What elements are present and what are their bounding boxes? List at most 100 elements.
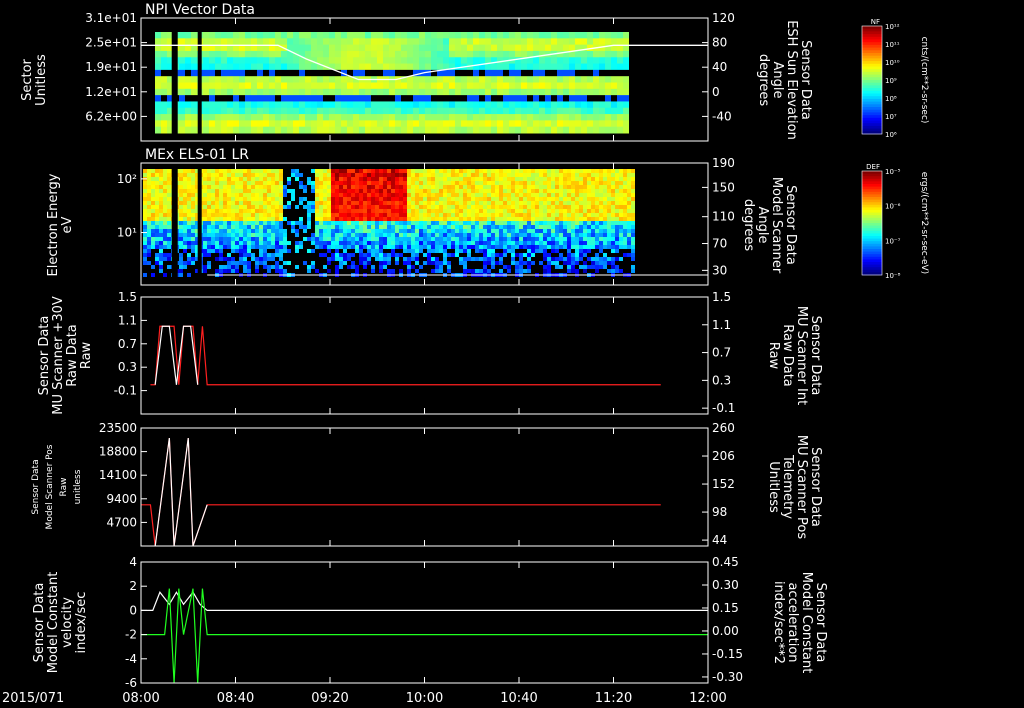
spec-cell: [463, 197, 467, 201]
spec-cell: [615, 237, 619, 241]
spec-cell: [305, 32, 311, 39]
spec-cell: [623, 82, 629, 90]
spec-cell: [331, 233, 335, 237]
spec-cell: [407, 32, 413, 39]
spec-cell: [483, 205, 487, 209]
spec-cell: [611, 241, 615, 245]
spec-cell: [471, 237, 475, 241]
spec-cell: [403, 193, 407, 197]
spec-cell: [509, 126, 515, 134]
spec-cell: [495, 261, 499, 265]
spec-cell: [599, 44, 605, 52]
spec-cell: [319, 205, 323, 209]
spec-cell: [383, 169, 387, 173]
spec-cell: [463, 241, 467, 245]
spec-cell: [467, 185, 471, 189]
spec-cell: [447, 265, 451, 269]
spec-cell: [307, 225, 311, 229]
spec-cell: [215, 120, 221, 128]
spec-cell: [511, 205, 515, 209]
spec-cell: [299, 76, 305, 83]
spec-cell: [235, 217, 239, 221]
spec-cell: [203, 169, 207, 173]
spec-cell: [207, 189, 211, 193]
spec-cell: [491, 76, 497, 83]
spec-cell: [259, 185, 263, 189]
spec-cell: [461, 57, 467, 65]
spec-cell: [543, 193, 547, 197]
spec-cell: [283, 193, 287, 197]
spec-cell: [551, 101, 557, 109]
spec-cell: [341, 88, 347, 96]
spec-cell: [437, 32, 443, 39]
spec-cell: [263, 101, 269, 109]
spec-cell: [323, 237, 327, 241]
spec-cell: [503, 69, 509, 77]
spec-cell: [275, 229, 279, 233]
spec-cell: [389, 107, 395, 115]
spec-cell: [239, 69, 245, 77]
spec-cell: [311, 114, 317, 121]
spec-cell: [323, 221, 327, 225]
spec-cell: [179, 221, 183, 225]
y2-axis-label-line: Unitless: [766, 461, 781, 513]
spec-cell: [187, 169, 191, 173]
spec-cell: [463, 257, 467, 261]
spec-cell: [591, 205, 595, 209]
spec-cell: [383, 32, 389, 39]
spec-cell: [187, 229, 191, 233]
spec-cell: [207, 209, 211, 213]
spec-cell: [439, 193, 443, 197]
spec-cell: [379, 253, 383, 257]
y2-tick-label: -0.30: [712, 670, 743, 684]
spec-cell: [335, 197, 339, 201]
spec-cell: [343, 189, 347, 193]
spec-cell: [185, 101, 191, 109]
spec-cell: [281, 82, 287, 90]
spec-cell: [479, 201, 483, 205]
spec-cell: [343, 193, 347, 197]
spec-cell: [435, 237, 439, 241]
spec-cell: [323, 82, 329, 90]
spec-cell: [143, 189, 147, 193]
spec-cell: [523, 241, 527, 245]
spec-cell: [167, 225, 171, 229]
spec-cell: [305, 38, 311, 46]
spec-cell: [555, 209, 559, 213]
spec-cell: [151, 185, 155, 189]
spec-cell: [271, 209, 275, 213]
spec-cell: [475, 237, 479, 241]
spec-cell: [235, 249, 239, 253]
spec-cell: [471, 185, 475, 189]
spec-cell: [233, 76, 239, 83]
spec-cell: [611, 114, 617, 121]
spec-cell: [443, 44, 449, 52]
spec-cell: [539, 201, 543, 205]
spec-cell: [231, 237, 235, 241]
spec-cell: [247, 181, 251, 185]
spec-cell: [383, 225, 387, 229]
spec-cell: [275, 189, 279, 193]
spec-cell: [567, 201, 571, 205]
spec-cell: [575, 88, 581, 96]
spec-cell: [207, 201, 211, 205]
spec-cell: [263, 114, 269, 121]
spec-cell: [499, 237, 503, 241]
spec-cell: [251, 253, 255, 257]
spec-cell: [399, 169, 403, 173]
spec-cell: [575, 76, 581, 83]
spec-cell: [485, 95, 491, 102]
spec-cell: [191, 169, 195, 173]
spec-cell: [555, 201, 559, 205]
spec-cell: [515, 269, 519, 273]
spec-cell: [219, 257, 223, 261]
spec-cell: [207, 205, 211, 209]
spec-cell: [203, 114, 209, 121]
spec-cell: [359, 173, 363, 177]
spec-cell: [327, 209, 331, 213]
spec-cell: [459, 173, 463, 177]
spec-cell: [627, 217, 631, 221]
spec-cell: [347, 189, 351, 193]
spec-cell: [475, 205, 479, 209]
spec-cell: [555, 173, 559, 177]
